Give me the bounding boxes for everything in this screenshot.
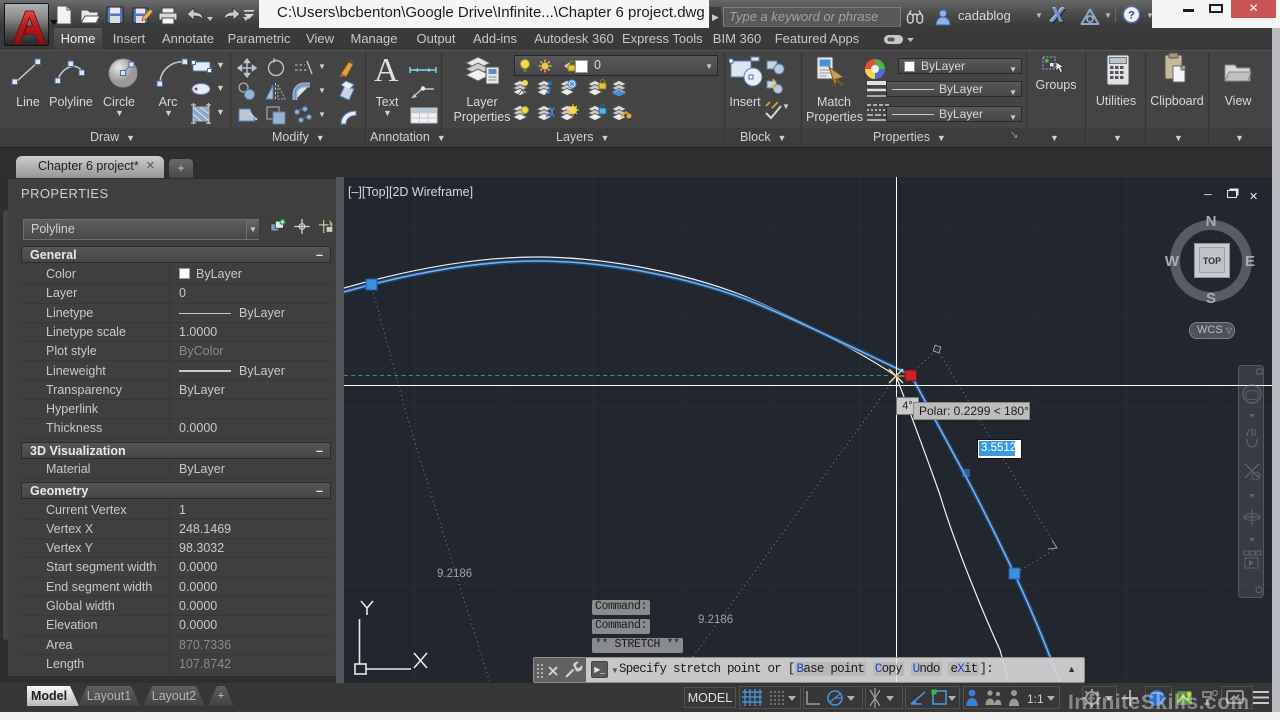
svg-text:1:1: 1:1 xyxy=(1027,692,1044,706)
svg-text:9.2186: 9.2186 xyxy=(698,614,733,626)
svg-text:?: ? xyxy=(1128,10,1135,22)
svg-text:9.2186: 9.2186 xyxy=(437,568,472,580)
